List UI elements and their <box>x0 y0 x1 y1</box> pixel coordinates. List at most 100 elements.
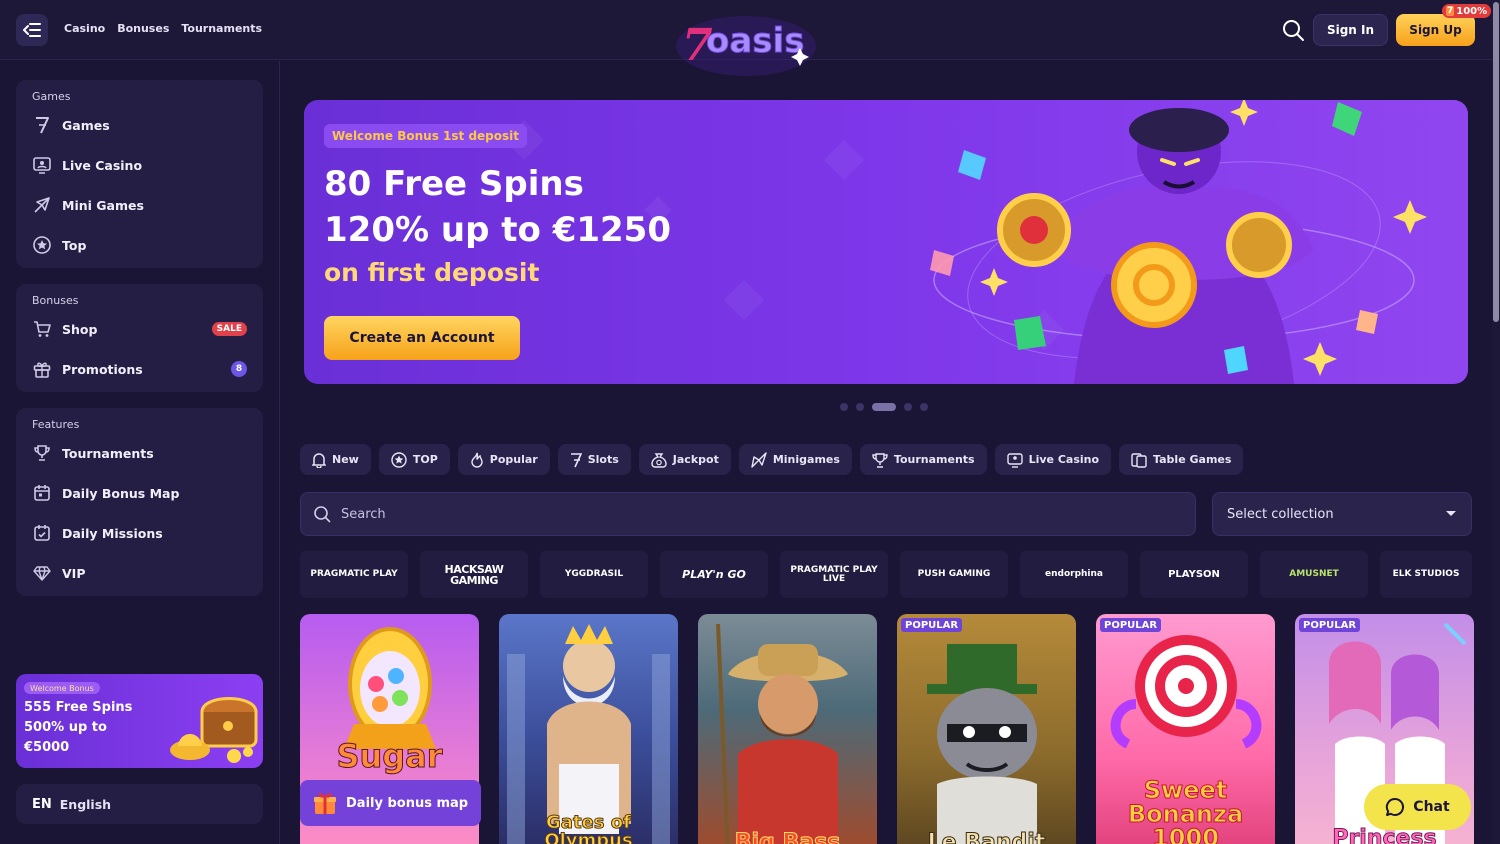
genie-illustration <box>930 100 1427 384</box>
game-art <box>507 624 670 844</box>
tab-minigames[interactable]: Minigames <box>738 444 852 475</box>
sale-badge: SALE <box>211 322 247 336</box>
top-bar: Casino Bonuses Tournaments 7 oasis Sign … <box>0 0 1500 76</box>
sidebar-item-tournaments[interactable]: Tournaments <box>32 439 247 467</box>
chat-label: Chat <box>1413 799 1450 815</box>
tab-tournaments[interactable]: Tournaments <box>859 444 987 475</box>
tab-label: Live Casino <box>1028 453 1100 466</box>
tab-live-casino[interactable]: Live Casino <box>994 444 1112 475</box>
star-icon <box>32 235 52 255</box>
sidebar-item-label: Mini Games <box>62 197 144 213</box>
sign-up-button[interactable]: Sign Up <box>1396 14 1475 46</box>
sidebar-item-shop[interactable]: Shop SALE <box>32 315 247 343</box>
diamond-icon <box>32 563 52 583</box>
game-title: Big Bass <box>734 830 841 844</box>
language-selector[interactable]: EN English <box>16 784 263 824</box>
sidebar-games-title: Games <box>32 90 71 103</box>
scrollbar-thumb[interactable] <box>1493 2 1499 322</box>
live-casino-icon <box>32 155 52 175</box>
game-title: Sweet Bonanza 1000 <box>1127 776 1244 844</box>
badge-seven-icon: 7 <box>1446 6 1455 16</box>
nav-bonuses[interactable]: Bonuses <box>117 22 169 35</box>
svg-text:oasis: oasis <box>706 21 804 61</box>
sidebar-item-daily-bonus-map[interactable]: Daily Bonus Map <box>32 479 247 507</box>
tab-popular[interactable]: Popular <box>457 444 550 475</box>
sidebar-toggle-button[interactable] <box>16 14 48 46</box>
tab-slots[interactable]: Slots <box>557 444 631 475</box>
game-title: Sugar <box>336 737 443 775</box>
carousel-dot[interactable] <box>840 403 848 411</box>
daily-bonus-map-button[interactable]: Daily bonus map <box>300 780 481 826</box>
carousel-dot[interactable] <box>920 403 928 411</box>
sidebar-item-vip[interactable]: VIP <box>32 559 247 587</box>
game-tile-le-bandit[interactable]: POPULAR Le Bandit <box>897 614 1076 844</box>
hero-headline-1: 80 Free Spins <box>324 164 584 204</box>
sign-in-button[interactable]: Sign In <box>1313 14 1388 46</box>
promo-line-1: 555 Free Spins <box>24 700 133 715</box>
promo-line-2: 500% up to <box>24 720 107 735</box>
search-input[interactable] <box>341 506 1141 522</box>
carousel-dot-active[interactable] <box>872 403 896 411</box>
game-tile-gates-of-olympus[interactable]: Gates of Olympus <box>499 614 678 844</box>
category-tabs: New TOP Popular Slots Jackpot Minigames … <box>300 444 1244 475</box>
sidebar-item-mini-games[interactable]: Mini Games <box>32 191 247 219</box>
carousel-dot[interactable] <box>904 403 912 411</box>
tab-jackpot[interactable]: Jackpot <box>638 444 731 475</box>
collection-select[interactable]: Select collection <box>1212 492 1472 536</box>
tab-top[interactable]: TOP <box>378 444 450 475</box>
sidebar-item-label: Promotions <box>62 361 143 377</box>
chat-button[interactable]: Chat <box>1364 784 1471 830</box>
cards-icon <box>1131 452 1147 468</box>
sidebar-item-label: Games <box>62 117 110 133</box>
calendar-check-icon <box>32 523 52 543</box>
tab-new[interactable]: New <box>300 444 371 475</box>
sidebar-item-games[interactable]: Games <box>32 111 247 139</box>
game-art <box>927 644 1037 844</box>
game-tile-big-bass[interactable]: Big Bass <box>698 614 877 844</box>
sign-up-bonus-badge: 7 100% <box>1442 4 1492 18</box>
promo-tag: Welcome Bonus <box>24 682 100 694</box>
provider-yggdrasil[interactable]: YGGDRASIL <box>540 551 648 598</box>
sidebar-item-daily-missions[interactable]: Daily Missions <box>32 519 247 547</box>
search-icon[interactable] <box>1281 18 1305 42</box>
promotions-count-badge: 8 <box>231 361 247 377</box>
game-title: Gates of Olympus <box>544 812 633 844</box>
provider-play-n-go[interactable]: PLAY'n GO <box>660 551 768 598</box>
carousel-dot[interactable] <box>856 403 864 411</box>
welcome-bonus-promo-card[interactable]: Welcome Bonus 555 Free Spins 500% up to … <box>16 674 263 768</box>
sign-up-badge-text: 100% <box>1456 5 1488 17</box>
game-search[interactable] <box>300 492 1196 536</box>
hero-headline-2: 120% up to €1250 <box>324 210 671 250</box>
provider-endorphina[interactable]: endorphina <box>1020 551 1128 598</box>
language-name: English <box>59 796 112 812</box>
seven-icon <box>570 452 582 467</box>
sidebar-bonuses-group: Bonuses Shop SALE Promotions 8 <box>16 284 263 392</box>
live-casino-icon <box>1006 452 1023 468</box>
provider-elk-studios[interactable]: ELK STUDIOS <box>1380 551 1472 598</box>
page-scrollbar[interactable] <box>1492 0 1500 844</box>
popular-badge: POPULAR <box>1299 618 1361 632</box>
provider-push-gaming[interactable]: PUSH GAMING <box>900 551 1008 598</box>
create-account-button[interactable]: Create an Account <box>324 316 520 360</box>
trophy-icon <box>32 443 52 463</box>
provider-playson[interactable]: PLAYSON <box>1140 551 1248 598</box>
tab-label: New <box>332 453 359 466</box>
game-art <box>716 623 848 844</box>
provider-amusnet[interactable]: AMUSNET <box>1260 551 1368 598</box>
sidebar-item-live-casino[interactable]: Live Casino <box>32 151 247 179</box>
search-icon <box>314 506 331 523</box>
sidebar-bonuses-title: Bonuses <box>32 294 79 307</box>
cart-icon <box>32 319 52 339</box>
tab-table-games[interactable]: Table Games <box>1119 444 1244 475</box>
game-tile-sweet-bonanza-1000[interactable]: POPULAR Sweet Bonanza 1000 <box>1096 614 1275 844</box>
hero-banner[interactable]: Welcome Bonus 1st deposit 80 Free Spins … <box>304 100 1468 384</box>
nav-casino[interactable]: Casino <box>64 22 105 35</box>
sidebar-item-promotions[interactable]: Promotions 8 <box>32 355 247 383</box>
provider-pragmatic-play[interactable]: PRAGMATIC PLAY <box>300 551 408 598</box>
logo[interactable]: 7 oasis <box>676 10 816 80</box>
sidebar-item-label: Shop <box>62 321 98 337</box>
provider-pragmatic-play-live[interactable]: PRAGMATIC PLAY LIVE <box>780 551 888 598</box>
provider-hacksaw[interactable]: HACKSAW GAMING <box>420 551 528 598</box>
nav-tournaments[interactable]: Tournaments <box>181 22 262 35</box>
sidebar-item-top[interactable]: Top <box>32 231 247 259</box>
